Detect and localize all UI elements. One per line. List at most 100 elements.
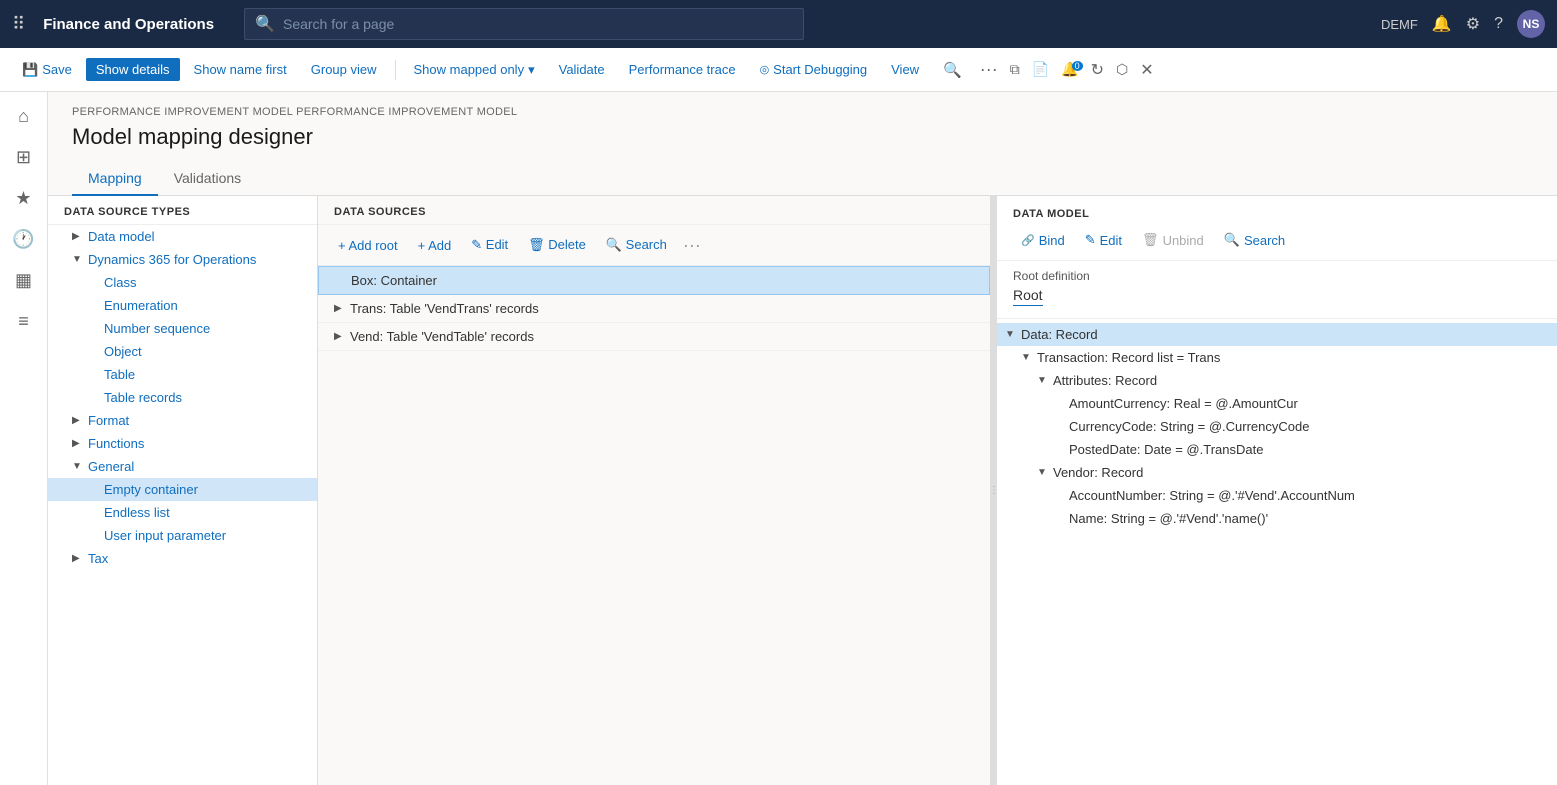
arrow-icon [88,323,104,334]
tree-item-table[interactable]: Table [48,363,317,386]
group-view-button[interactable]: Group view [301,58,387,81]
tree-item-functions[interactable]: ▶ Functions [48,432,317,455]
performance-trace-button[interactable]: Performance trace [619,58,746,81]
three-panel: DATA SOURCE TYPES ▶ Data model ▼ Dynamic… [48,196,1557,785]
nav-right-area: DEMF 🔔 ⚙ ? NS [1381,10,1545,38]
tab-validations[interactable]: Validations [158,162,257,196]
page-title: Model mapping designer [72,124,1533,150]
tree-item-enumeration[interactable]: Enumeration [48,294,317,317]
ds-item-box[interactable]: Box: Container [318,266,990,295]
popout-icon[interactable]: ⬡ [1112,61,1132,78]
arrow-icon [88,392,104,403]
dm-item-currency-code[interactable]: CurrencyCode: String = @.CurrencyCode [997,415,1557,438]
dm-search-button[interactable]: 🔍 Search [1216,228,1293,252]
tree-item-general[interactable]: ▼ General [48,455,317,478]
tree-item-empty-container[interactable]: Empty container [48,478,317,501]
arrow-icon [88,369,104,380]
notes-icon[interactable]: 📄 [1028,61,1053,78]
delete-button[interactable]: 🗑 Delete [520,233,594,257]
sidebar-item-filter[interactable]: ⊞ [10,141,37,174]
validate-button[interactable]: Validate [549,58,615,81]
ds-item-trans[interactable]: ▶ Trans: Table 'VendTrans' records [318,295,990,323]
dm-item-transaction[interactable]: ▼ Transaction: Record list = Trans [997,346,1557,369]
help-icon[interactable]: ? [1494,15,1503,33]
tree-item-number-sequence[interactable]: Number sequence [48,317,317,340]
extend-icon[interactable]: ⧉ [1006,61,1024,78]
add-button[interactable]: + Add [410,234,460,257]
arrow-icon: ▼ [1037,375,1053,386]
tree-item-data-model[interactable]: ▶ Data model [48,225,317,248]
datasources-list: Box: Container ▶ Trans: Table 'VendTrans… [318,266,990,785]
add-root-button[interactable]: + Add root [330,234,406,257]
arrow-icon: ▶ [334,303,350,314]
user-avatar[interactable]: NS [1517,10,1545,38]
content-area: PERFORMANCE IMPROVEMENT MODEL PERFORMANC… [48,92,1557,785]
tree-item-user-input-parameter[interactable]: User input parameter [48,524,317,547]
tab-mapping[interactable]: Mapping [72,162,158,196]
dm-item-vendor-record[interactable]: ▼ Vendor: Record [997,461,1557,484]
sidebar-item-workspaces[interactable]: ▦ [9,264,38,297]
unbind-icon: 🗑 [1142,232,1159,248]
dm-item-data-record[interactable]: ▼ Data: Record [997,323,1557,346]
arrow-icon [1053,490,1069,501]
sidebar-item-modules[interactable]: ≡ [12,305,35,338]
dm-item-attributes[interactable]: ▼ Attributes: Record [997,369,1557,392]
show-name-first-button[interactable]: Show name first [184,58,297,81]
root-def-value: Root [1013,287,1043,306]
grid-icon[interactable]: ⠿ [12,14,25,35]
ds-search-button[interactable]: 🔍 Search [598,233,675,257]
gear-icon[interactable]: ⚙ [1466,14,1480,34]
tree-item-object[interactable]: Object [48,340,317,363]
datasources-toolbar: + Add root + Add ✎ Edit 🗑 Delete 🔍 Searc… [318,225,990,266]
arrow-icon: ▶ [72,553,88,564]
tree-item-dynamics365[interactable]: ▼ Dynamics 365 for Operations [48,248,317,271]
edit-button[interactable]: ✎ Edit [463,233,516,257]
datasources-header: DATA SOURCES [318,196,990,225]
more-icon[interactable]: ··· [976,59,1002,80]
data-model-header: DATA MODEL 🔗 Bind ✎ Edit 🗑 Unbind [997,196,1557,261]
sidebar-item-recent[interactable]: 🕐 [6,223,40,256]
arrow-icon: ▼ [1037,467,1053,478]
page-header: PERFORMANCE IMPROVEMENT MODEL PERFORMANC… [48,92,1557,162]
bind-button[interactable]: 🔗 Bind [1013,229,1073,252]
dm-item-amount-currency[interactable]: AmountCurrency: Real = @.AmountCur [997,392,1557,415]
tree-item-class[interactable]: Class [48,271,317,294]
tree-item-tax[interactable]: ▶ Tax [48,547,317,570]
sidebar-item-favorites[interactable]: ★ [9,182,37,215]
tree-item-table-records[interactable]: Table records [48,386,317,409]
panel-data-model: DATA MODEL 🔗 Bind ✎ Edit 🗑 Unbind [997,196,1557,785]
breadcrumb: PERFORMANCE IMPROVEMENT MODEL PERFORMANC… [72,106,1533,118]
start-debugging-button[interactable]: ◎ Start Debugging [750,58,878,81]
arrow-icon [1053,421,1069,432]
bell-icon[interactable]: 🔔 [1432,14,1452,34]
close-icon[interactable]: ✕ [1136,60,1157,80]
more-actions-icon[interactable]: ··· [683,235,701,256]
arrow-icon: ▼ [1005,329,1021,340]
search-icon: 🔍 [1224,232,1240,248]
arrow-icon: ▼ [1021,352,1037,363]
ds-item-vend[interactable]: ▶ Vend: Table 'VendTable' records [318,323,990,351]
top-navigation: ⠿ Finance and Operations 🔍 DEMF 🔔 ⚙ ? NS [0,0,1557,48]
dm-item-name[interactable]: Name: String = @.'#Vend'.'name()' [997,507,1557,530]
bind-icon: 🔗 [1021,234,1035,247]
arrow-icon [88,507,104,518]
show-mapped-only-button[interactable]: Show mapped only ▾ [404,58,545,82]
global-search[interactable]: 🔍 [244,8,804,40]
data-model-tree: ▼ Data: Record ▼ Transaction: Record lis… [997,319,1557,534]
global-search-input[interactable] [283,16,793,32]
tabs-bar: Mapping Validations [48,162,1557,196]
save-button[interactable]: 💾 Save [12,58,82,82]
dm-edit-button[interactable]: ✎ Edit [1077,228,1130,252]
command-bar: 💾 Save Show details Show name first Grou… [0,48,1557,92]
tree-item-format[interactable]: ▶ Format [48,409,317,432]
refresh-icon[interactable]: ↻ [1087,60,1108,80]
tree-item-endless-list[interactable]: Endless list [48,501,317,524]
dm-item-account-number[interactable]: AccountNumber: String = @.'#Vend'.Accoun… [997,484,1557,507]
panel-datasources: DATA SOURCES + Add root + Add ✎ Edit 🗑 D… [318,196,991,785]
search-button[interactable]: 🔍 [933,57,972,83]
show-details-button[interactable]: Show details [86,58,180,81]
view-button[interactable]: View [881,58,929,81]
debug-icon: ◎ [760,63,770,76]
dm-item-posted-date[interactable]: PostedDate: Date = @.TransDate [997,438,1557,461]
sidebar-item-home[interactable]: ⌂ [12,100,35,133]
